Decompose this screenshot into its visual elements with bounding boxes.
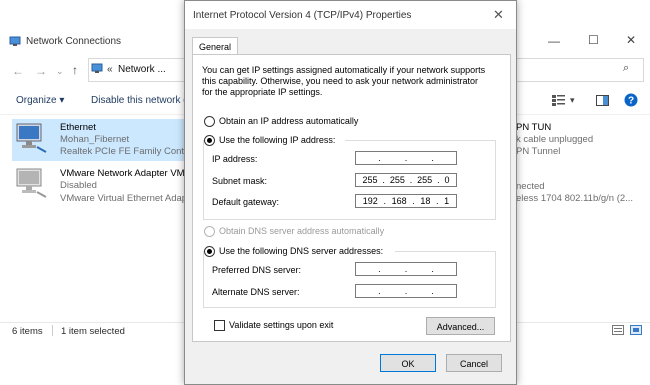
cancel-button[interactable]: Cancel [446, 354, 502, 372]
disabled-adapter-icon [16, 168, 47, 198]
forward-arrow-icon[interactable]: → [35, 64, 47, 78]
ip-octet: 192 [362, 196, 378, 206]
intro-line: this capability. Otherwise, you need to … [202, 76, 478, 86]
ip-manual-radio[interactable] [204, 135, 215, 146]
item-name[interactable]: PN TUN [516, 122, 551, 133]
general-panel: You can get IP settings assigned automat… [192, 54, 511, 342]
maximize-icon[interactable]: ☐ [588, 33, 599, 47]
item-count: 6 items [12, 326, 43, 337]
ip-auto-label: Obtain an IP address automatically [219, 116, 359, 126]
view-options-icon[interactable] [552, 94, 566, 106]
view-chevron-icon[interactable]: ▾ [570, 95, 575, 106]
help-icon[interactable]: ? [624, 93, 638, 107]
item-device: VMware Virtual Ethernet Adap [60, 193, 188, 204]
status-divider [52, 325, 53, 336]
item-status: Mohan_Fibernet [60, 134, 130, 145]
ip-octet: 255 [389, 175, 405, 185]
item-name: VMware Network Adapter VM [60, 168, 185, 179]
ipv4-properties-dialog: Internet Protocol Version 4 (TCP/IPv4) P… [184, 0, 517, 385]
large-icons-view-icon[interactable] [630, 325, 642, 335]
ethernet-adapter-icon [16, 123, 47, 153]
minimize-icon[interactable]: — [548, 34, 560, 48]
dot: . [431, 153, 434, 163]
organize-label: Organize [16, 95, 57, 106]
alternate-dns-label: Alternate DNS server: [212, 287, 300, 297]
validate-checkbox[interactable] [214, 320, 225, 331]
dot: . [378, 153, 381, 163]
advanced-button[interactable]: Advanced... [426, 317, 495, 335]
dot: . [404, 264, 408, 274]
chevron-down-icon: ▾ [59, 95, 65, 106]
item-device: Realtek PCIe FE Family Contro [60, 146, 193, 157]
dot: . [412, 196, 415, 206]
preview-pane-icon[interactable] [596, 95, 609, 106]
subnet-input[interactable]: 255. 255. 255. 0 [355, 173, 457, 187]
ip-auto-radio[interactable] [204, 116, 215, 127]
recent-chevron-icon[interactable]: ⌄ [56, 66, 64, 77]
search-icon: ⌕ [623, 62, 630, 74]
subnet-label: Subnet mask: [212, 176, 268, 186]
item-status[interactable]: nected [516, 181, 545, 192]
dot: . [383, 196, 386, 206]
intro-line: for the appropriate IP settings. [202, 87, 323, 97]
network-folder-icon [9, 36, 21, 46]
validate-label: Validate settings upon exit [229, 320, 334, 330]
organize-menu[interactable]: Organize ▾ [16, 95, 64, 106]
alternate-dns-input[interactable]: . . . [355, 284, 457, 298]
ip-address-input[interactable]: . . . [355, 151, 457, 165]
selection-count: 1 item selected [61, 326, 125, 337]
network-folder-icon [91, 63, 103, 73]
preferred-dns-label: Preferred DNS server: [212, 265, 302, 275]
disable-network-button[interactable]: Disable this network d [91, 95, 189, 106]
breadcrumb-prefix: « [107, 64, 113, 75]
gateway-input[interactable]: 192. 168. 18. 1 [355, 194, 457, 208]
svg-text:?: ? [628, 96, 634, 107]
ok-button[interactable]: OK [380, 354, 436, 372]
dialog-title: Internet Protocol Version 4 (TCP/IPv4) P… [193, 10, 412, 21]
item-status: Disabled [60, 180, 97, 191]
ip-address-label: IP address: [212, 154, 258, 164]
dot: . [378, 264, 381, 274]
dns-manual-label: Use the following DNS server addresses: [219, 246, 384, 256]
nc-title: Network Connections [26, 36, 122, 47]
ip-octet: 0 [444, 175, 450, 185]
dot: . [378, 286, 381, 296]
close-icon[interactable]: ✕ [626, 33, 636, 47]
dot: . [404, 153, 408, 163]
back-arrow-icon[interactable]: ← [12, 64, 24, 78]
item-status: k cable unplugged [516, 134, 594, 145]
up-arrow-icon[interactable]: ↑ [72, 63, 78, 77]
dot: . [431, 264, 434, 274]
dns-manual-radio[interactable] [204, 246, 215, 257]
dot: . [437, 175, 440, 185]
ip-octet: 168 [391, 196, 407, 206]
dns-auto-radio[interactable] [204, 226, 215, 237]
close-icon[interactable]: ✕ [493, 7, 504, 23]
dot: . [404, 286, 408, 296]
item-device: eless 1704 802.11b/g/n (2... [516, 193, 634, 204]
ip-octet: 1 [444, 196, 450, 206]
dns-group [203, 251, 496, 308]
dot: . [431, 286, 434, 296]
ip-octet: 255 [362, 175, 378, 185]
item-name: Ethernet [60, 122, 96, 133]
item-device: PN Tunnel [516, 146, 561, 157]
gateway-label: Default gateway: [212, 197, 280, 207]
dot: . [382, 175, 385, 185]
ip-manual-label: Use the following IP address: [219, 135, 336, 145]
preferred-dns-input[interactable]: . . . [355, 262, 457, 276]
ip-octet: 18 [420, 196, 431, 206]
dot: . [435, 196, 439, 206]
intro-line: You can get IP settings assigned automat… [202, 65, 486, 75]
details-view-icon[interactable] [612, 325, 624, 335]
dns-auto-label: Obtain DNS server address automatically [219, 226, 385, 236]
breadcrumb[interactable]: Network ... [118, 64, 166, 75]
dot: . [409, 175, 413, 185]
ip-octet: 255 [417, 175, 433, 185]
